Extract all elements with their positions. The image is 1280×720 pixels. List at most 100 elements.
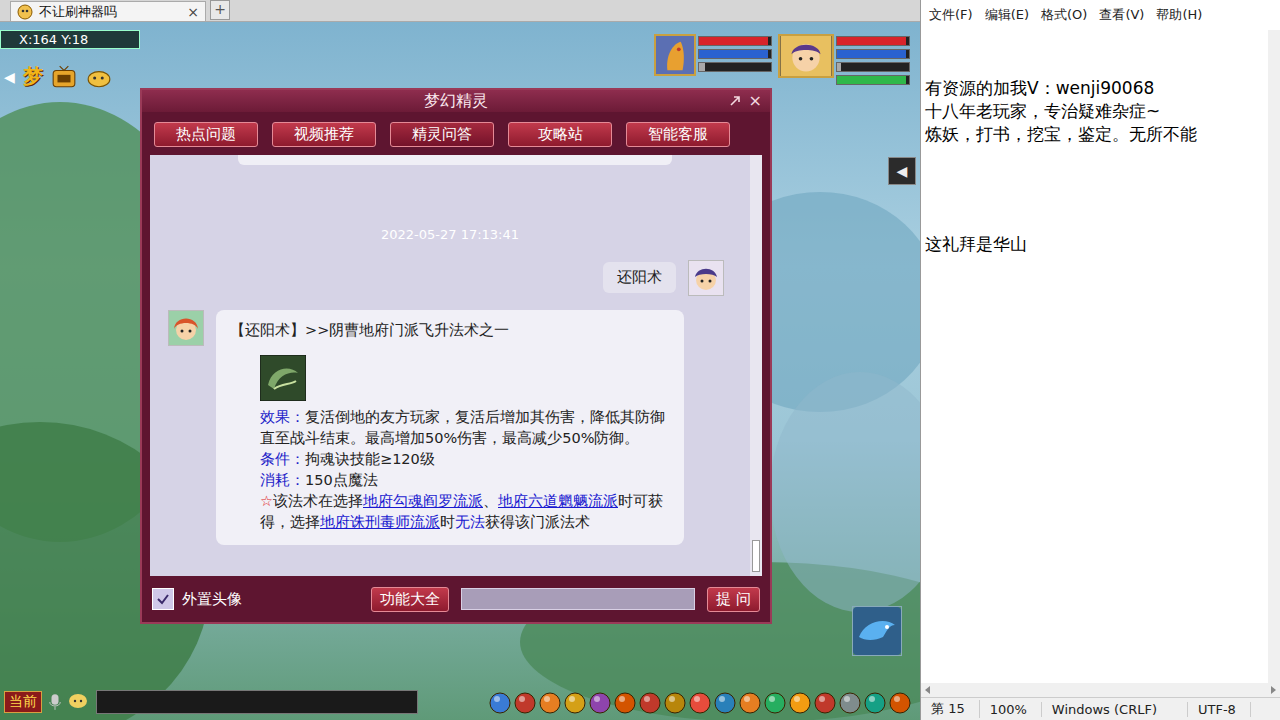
toolbar-icon[interactable] bbox=[888, 690, 912, 714]
dialog-close-button[interactable]: × bbox=[749, 93, 762, 109]
note-emph: 无法 bbox=[455, 514, 485, 530]
toolbar-icon[interactable] bbox=[738, 690, 762, 714]
toolbar-icon[interactable] bbox=[613, 690, 637, 714]
note-link[interactable]: 地府诛刑毒师流派 bbox=[320, 514, 440, 530]
browser-tab[interactable]: 不让刷神器吗 × bbox=[10, 1, 206, 21]
toolbar-icon[interactable] bbox=[488, 690, 512, 714]
tv-icon[interactable] bbox=[51, 64, 77, 90]
text-block: 这礼拜是华山 bbox=[925, 233, 1264, 256]
status-item: 第 15 bbox=[931, 700, 980, 718]
coordinates: X:164 Y:18 bbox=[0, 30, 140, 49]
toolbar-icon[interactable] bbox=[538, 690, 562, 714]
toolbar-icon[interactable] bbox=[763, 690, 787, 714]
pet-portrait[interactable] bbox=[654, 34, 696, 76]
user-avatar-icon bbox=[688, 260, 724, 296]
note-text: 、 bbox=[483, 493, 498, 509]
bar-fill bbox=[837, 76, 906, 84]
menu-item[interactable]: 文件(F) bbox=[929, 6, 973, 24]
player-avatar-icon bbox=[780, 36, 832, 76]
menu-item[interactable]: 帮助(H) bbox=[1156, 6, 1202, 24]
question-bubble: 还阳术 bbox=[603, 262, 676, 293]
dialog-tab[interactable]: 热点问题 bbox=[154, 122, 258, 147]
answer-note: ☆该法术在选择地府勾魂阎罗流派、地府六道魍魉流派时可获得，选择地府诛刑毒师流派时… bbox=[230, 491, 670, 533]
skill-icon bbox=[260, 355, 306, 401]
chat-area: 2022-05-27 17:13:41还阳术【还阳术】>>阴曹地府门派飞升法术之… bbox=[150, 155, 762, 576]
chat-scrollbar[interactable] bbox=[750, 155, 762, 576]
toolbar-icon[interactable] bbox=[563, 690, 587, 714]
note-link[interactable]: 地府勾魂阎罗流派 bbox=[363, 493, 483, 509]
game-logo-icon bbox=[17, 4, 33, 20]
note-text: 时 bbox=[440, 514, 455, 530]
field-label: 条件： bbox=[260, 451, 305, 467]
field-label: 效果： bbox=[260, 409, 305, 425]
emote-icon[interactable] bbox=[68, 692, 88, 712]
note-text: 获得该门派法术 bbox=[485, 514, 590, 530]
notepad-scrollbar[interactable] bbox=[1268, 30, 1280, 683]
menu-button[interactable]: 梦 bbox=[23, 63, 43, 90]
hud-left: X:164 Y:18◀梦 bbox=[0, 30, 140, 90]
menu-item[interactable]: 查看(V) bbox=[1099, 6, 1144, 24]
toolbar-icon[interactable] bbox=[788, 690, 812, 714]
field-label: 消耗： bbox=[260, 472, 305, 488]
hud-icons: ◀梦 bbox=[0, 63, 140, 90]
note-text: 该法术在选择 bbox=[273, 493, 363, 509]
bar-fill bbox=[699, 37, 768, 45]
toolbar-icon[interactable] bbox=[663, 690, 687, 714]
dialog-tab[interactable]: 视频推荐 bbox=[272, 122, 376, 147]
dialog-tab[interactable]: 攻略站 bbox=[508, 122, 612, 147]
avatar-option[interactable]: 外置头像 bbox=[152, 588, 242, 610]
pet-icon[interactable] bbox=[85, 64, 113, 90]
browser-tab-title: 不让刷神器吗 bbox=[39, 3, 181, 21]
close-tab-button[interactable]: × bbox=[187, 4, 199, 20]
answer-field: 条件：拘魂诀技能≥120级 bbox=[230, 449, 670, 470]
toolbar-icon[interactable] bbox=[638, 690, 662, 714]
text-line: 炼妖，打书，挖宝，鉴定。无所不能 bbox=[925, 123, 1264, 146]
dialog-tab[interactable]: 智能客服 bbox=[626, 122, 730, 147]
answer-row: 【还阳术】>>阴曹地府门派飞升法术之一效果：复活倒地的友方玩家，复活后增加其伤害… bbox=[168, 310, 732, 545]
toolbar-icon[interactable] bbox=[588, 690, 612, 714]
toolbar-icon[interactable] bbox=[813, 690, 837, 714]
player-portrait[interactable] bbox=[778, 34, 834, 78]
new-tab-button[interactable]: + bbox=[210, 0, 230, 20]
pet-avatar-icon bbox=[656, 36, 694, 74]
notepad-text[interactable]: 有资源的加我V：wenji90068十八年老玩家，专治疑难杂症~炼妖，打书，挖宝… bbox=[921, 30, 1268, 683]
menu-item[interactable]: 格式(O) bbox=[1041, 6, 1087, 24]
toolbar-icon[interactable] bbox=[863, 690, 887, 714]
ask-button[interactable]: 提 问 bbox=[707, 587, 760, 612]
text-line: 这礼拜是华山 bbox=[925, 233, 1264, 256]
scroll-thumb[interactable] bbox=[752, 540, 760, 572]
screen: 不让刷神器吗×+X:164 Y:18◀梦◀梦幻精灵×热点问题视频推荐精灵问答攻略… bbox=[0, 0, 1280, 720]
game-window: 不让刷神器吗×+X:164 Y:18◀梦◀梦幻精灵×热点问题视频推荐精灵问答攻略… bbox=[0, 0, 920, 720]
toolbar-icon[interactable] bbox=[838, 690, 862, 714]
dialog-title: 梦幻精灵 bbox=[424, 91, 488, 112]
spirit-avatar-icon bbox=[168, 310, 204, 346]
player-bar bbox=[836, 36, 910, 46]
player-bars bbox=[836, 34, 910, 85]
menu-item[interactable]: 编辑(E) bbox=[985, 6, 1029, 24]
player-bar bbox=[836, 75, 910, 85]
back-button[interactable]: ◀ bbox=[4, 69, 15, 85]
status-panel bbox=[654, 34, 914, 85]
dialog-tab[interactable]: 精灵问答 bbox=[390, 122, 494, 147]
answer-bubble: 【还阳术】>>阴曹地府门派飞升法术之一效果：复活倒地的友方玩家，复活后增加其伤害… bbox=[216, 310, 684, 545]
note-link[interactable]: 地府六道魍魉流派 bbox=[498, 493, 618, 509]
checkbox[interactable] bbox=[152, 588, 174, 610]
popout-icon[interactable] bbox=[729, 95, 741, 107]
check-icon bbox=[156, 592, 170, 606]
toolbar-icon[interactable] bbox=[688, 690, 712, 714]
side-toggle-button[interactable]: ◀ bbox=[888, 157, 916, 185]
notepad-hscrollbar[interactable] bbox=[921, 683, 1280, 697]
status-item: Windows (CRLF) bbox=[1052, 702, 1188, 717]
question-input[interactable] bbox=[461, 588, 695, 610]
chat-input[interactable] bbox=[96, 690, 418, 714]
features-button[interactable]: 功能大全 bbox=[371, 587, 449, 612]
toolbar-icon[interactable] bbox=[513, 690, 537, 714]
toolbar-icon[interactable] bbox=[713, 690, 737, 714]
chat-channel-button[interactable]: 当前 bbox=[4, 691, 42, 713]
dolphin-icon[interactable] bbox=[852, 606, 902, 656]
toolbar bbox=[488, 690, 916, 714]
field-value: 复活倒地的友方玩家，复活后增加其伤害，降低其防御直至战斗结束。最高增加50%伤害… bbox=[260, 409, 665, 446]
bar-fill bbox=[699, 50, 768, 58]
microphone-icon[interactable] bbox=[48, 692, 62, 712]
answer-heading: 【还阳术】>>阴曹地府门派飞升法术之一 bbox=[230, 320, 670, 341]
